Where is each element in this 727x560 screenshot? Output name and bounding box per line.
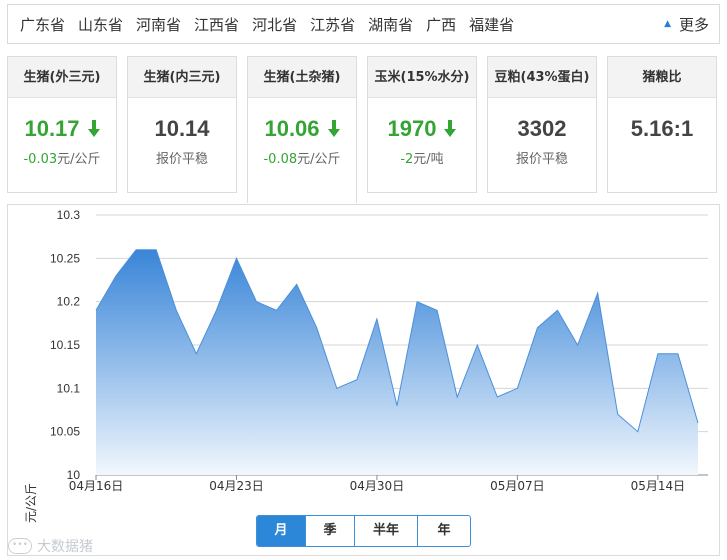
card-title: 生猪(内三元) (128, 57, 236, 98)
card-title: 猪粮比 (608, 57, 716, 98)
card-change: -0.08元/公斤 (248, 148, 356, 167)
card-change: -2元/吨 (368, 148, 476, 167)
price-card[interactable]: 猪粮比 5.16:1 (607, 56, 717, 193)
card-value: 3302 (488, 115, 596, 143)
x-tick-label: 05月07日 (490, 479, 545, 493)
x-tick-label: 05月14日 (631, 479, 686, 493)
y-tick-label: 10.1 (57, 381, 81, 395)
card-value: 5.16:1 (608, 115, 716, 143)
price-card[interactable]: 豆粕(43%蛋白) 3302 报价平稳 (487, 56, 597, 193)
arrow-down-icon (444, 120, 457, 138)
province-item[interactable]: 江西省 (194, 14, 239, 35)
change-amount: -0.03 (23, 152, 58, 167)
change-amount: -2 (400, 152, 414, 167)
period-switch: 月季半年年 (256, 515, 471, 547)
card-value-number: 1970 (387, 116, 437, 141)
card-title: 生猪(外三元) (8, 57, 116, 98)
series-area (96, 249, 698, 475)
card-value-number: 3302 (517, 116, 567, 141)
card-value: 10.06 (248, 115, 356, 143)
card-value: 10.14 (128, 115, 236, 143)
y-tick-label: 10.2 (57, 295, 81, 309)
y-tick-label: 10.15 (50, 338, 80, 352)
card-value-number: 10.14 (154, 116, 210, 141)
card-change: 报价平稳 (128, 148, 236, 167)
y-axis-label: 元/公斤 (24, 482, 38, 523)
more-button[interactable]: ▲ 更多 (664, 14, 709, 35)
price-card[interactable]: 生猪(内三元) 10.14 报价平稳 (127, 56, 237, 193)
period-button[interactable]: 年 (418, 516, 470, 546)
province-item[interactable]: 湖南省 (368, 14, 413, 35)
change-unit: 元/公斤 (297, 152, 341, 167)
x-tick-label: 04月16日 (69, 479, 124, 493)
period-button[interactable]: 半年 (355, 516, 418, 546)
card-value-number: 10.17 (24, 116, 80, 141)
y-tick-label: 10.25 (50, 251, 80, 265)
period-button[interactable]: 季 (306, 516, 355, 546)
province-list: 广东省 山东省 河南省 江西省 河北省 江苏省 湖南省 广西 福建省 (8, 14, 527, 35)
card-title: 玉米(15%水分) (368, 57, 476, 98)
province-item[interactable]: 福建省 (469, 14, 514, 35)
province-item[interactable]: 山东省 (78, 14, 123, 35)
x-tick-label: 04月23日 (209, 479, 264, 493)
watermark-logo-icon: ••• (8, 538, 32, 554)
province-item[interactable]: 江苏省 (310, 14, 355, 35)
card-value-number: 10.06 (264, 116, 320, 141)
y-tick-label: 10.05 (50, 425, 80, 439)
arrow-down-icon (327, 120, 340, 138)
watermark-text: 大数据猪 (37, 539, 93, 555)
card-value: 1970 (368, 115, 476, 143)
price-chart-panel: 10 10.05 10.1 10.15 10.2 10.25 10.3 04月16日 04月23… (7, 204, 720, 556)
watermark: ••• 大数据猪 (8, 536, 93, 556)
change-unit: 元/公斤 (57, 152, 101, 167)
card-value-number: 5.16:1 (630, 116, 694, 141)
card-title: 生猪(土杂猪) (248, 57, 356, 98)
price-area-chart: 1010.0510.110.1510.210.2510.304月16日 04月23… (50, 208, 708, 493)
price-card[interactable]: 玉米(15%水分) 1970 -2元/吨 (367, 56, 477, 193)
more-label: 更多 (678, 16, 709, 34)
price-card[interactable]: 生猪(土杂猪) 10.06 -0.08元/公斤 (247, 56, 357, 203)
triangle-up-icon: ▲ (664, 19, 671, 29)
arrow-down-icon (87, 120, 100, 138)
card-change: -0.03元/公斤 (8, 148, 116, 167)
x-tick-label: 04月30日 (350, 479, 405, 493)
province-item[interactable]: 广西 (426, 14, 456, 35)
period-button[interactable]: 月 (257, 516, 306, 546)
change-unit: 元/吨 (413, 152, 444, 167)
card-value: 10.17 (8, 115, 116, 143)
change-unit: 报价平稳 (155, 152, 208, 167)
province-item[interactable]: 河北省 (252, 14, 297, 35)
card-title: 豆粕(43%蛋白) (488, 57, 596, 98)
province-item[interactable]: 河南省 (136, 14, 181, 35)
y-tick-label: 10.3 (57, 208, 81, 222)
province-bar: 广东省 山东省 河南省 江西省 河北省 江苏省 湖南省 广西 福建省 ▲ 更多 (7, 4, 720, 44)
card-change: 报价平稳 (488, 148, 596, 167)
price-card[interactable]: 生猪(外三元) 10.17 -0.03元/公斤 (7, 56, 117, 193)
change-amount: -0.08 (263, 152, 298, 167)
change-unit: 报价平稳 (515, 152, 568, 167)
province-item[interactable]: 广东省 (20, 14, 65, 35)
